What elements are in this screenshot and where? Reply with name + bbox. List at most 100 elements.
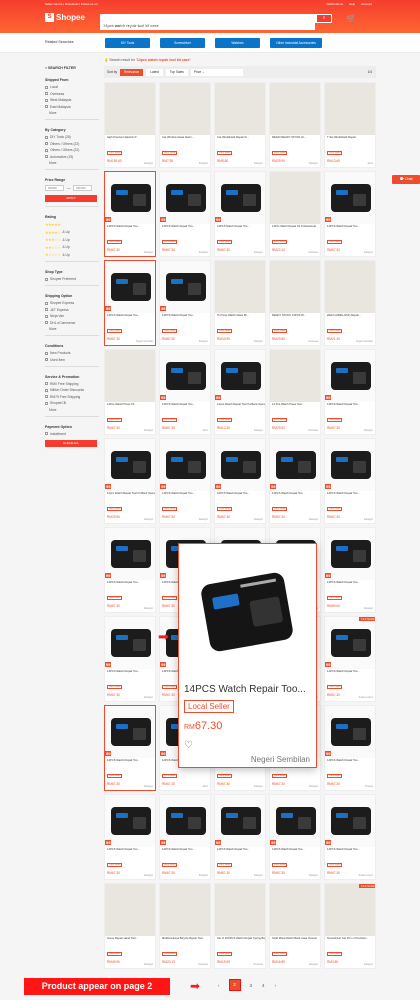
product-card[interactable]: 9914PCS Watch Repair Too...Local SellerR… [104, 527, 156, 613]
sort-top-sales[interactable]: Top Sales [165, 68, 188, 76]
price-select[interactable]: Price ⌄ [190, 68, 243, 76]
checkbox[interactable] [45, 314, 48, 318]
product-card[interactable]: 14 Pcs Watch Press Tool... Local Seller RM… [269, 349, 321, 435]
suggestion-link[interactable]: Cordless Drill [185, 25, 200, 28]
product-card[interactable]: 14Pcs Watch Repair Kit Professional Local… [269, 171, 321, 257]
product-card[interactable]: Set of 30OPCS Watch Repair Spring Bar Loc… [214, 883, 266, 969]
checkbox[interactable] [45, 432, 48, 435]
rating-option[interactable]: ★★★★☆ & Up [45, 230, 99, 235]
checkbox[interactable] [45, 135, 48, 139]
filter-option[interactable]: Million Order Discounts [45, 388, 99, 392]
notifications-link[interactable]: Notifications [327, 2, 343, 6]
product-card[interactable]: T Set Windshield Repair Local Seller RM13.… [324, 82, 376, 168]
suggestion-link[interactable]: Travel Accessories [139, 25, 161, 28]
filter-option[interactable]: Used Item [45, 358, 99, 362]
suggestion-link[interactable]: Bluetooth Headset [228, 25, 249, 28]
checkbox[interactable] [45, 155, 48, 158]
product-card[interactable]: Car Windshield Repair Ki... Local Seller R… [214, 82, 266, 168]
sort-relevance[interactable]: Relevance [120, 68, 144, 76]
product-card[interactable]: 9914PCS Watch Repair Too...Local SellerR… [324, 171, 376, 257]
rating-option[interactable]: ★★☆☆☆ & Up [45, 245, 99, 250]
filter-option[interactable]: East Malaysia [45, 105, 99, 109]
product-card[interactable]: 9914PCS Watch Repair Too...Local SellerR… [104, 171, 156, 257]
product-card[interactable]: 9914PCS Watch Repair Too...Local SellerR… [104, 705, 156, 791]
checkbox[interactable] [45, 388, 48, 392]
checkbox[interactable] [45, 148, 48, 152]
product-card[interactable]: Car Window Glass Alarm... Local Seller RM7… [159, 82, 211, 168]
filter-option[interactable]: Installment [45, 432, 99, 436]
filter-option[interactable]: Shopee Express [45, 301, 99, 305]
help-link[interactable]: Help [349, 2, 355, 6]
filter-option[interactable]: West Malaysia [45, 98, 99, 102]
next-page-button[interactable]: › [275, 983, 277, 988]
product-card[interactable]: 9914PCS Watch Repair Too...Local SellerR… [214, 438, 266, 524]
chat-button[interactable]: 💬 Chat [392, 175, 420, 184]
checkbox[interactable] [45, 85, 48, 89]
more-link[interactable]: More [49, 161, 99, 165]
page-2-button[interactable]: 2 [228, 979, 241, 991]
product-card[interactable]: 99 Find Similar 14PCS Watch Repair Too... L… [324, 616, 376, 702]
filter-option[interactable]: Others / Others (22) [45, 142, 99, 146]
more-link[interactable]: More [49, 327, 99, 331]
product-card[interactable]: Find Similar Screwdriver Set 25 in 1 Prec… [324, 883, 376, 969]
filter-option[interactable]: J&T Express [45, 308, 99, 312]
rating-option[interactable]: ★★★☆☆ & Up [45, 237, 99, 242]
search-button[interactable]: ⌕ [317, 15, 331, 22]
product-card[interactable]: 9914PCS Watch Repair Too...Local SellerR… [159, 260, 211, 346]
checkbox[interactable] [45, 351, 48, 355]
checkbox[interactable] [45, 358, 48, 361]
product-card[interactable]: 14Pcs Watch Press Kit... Local Seller RM67… [104, 349, 156, 435]
related-chip[interactable]: Watches [215, 38, 260, 48]
filter-option[interactable]: Overseas [45, 92, 99, 96]
checkbox[interactable] [45, 98, 48, 102]
filter-option[interactable]: Local [45, 85, 99, 89]
product-card[interactable]: 9914PCS Watch Repair Too...Local SellerR… [214, 794, 266, 880]
clear-all-button[interactable]: CLEAR ALL [45, 439, 97, 447]
product-card[interactable]: 9914PCS Watch Repair Too...Local SellerR… [324, 438, 376, 524]
filter-option[interactable]: DIY Tools (28) [45, 135, 99, 139]
product-card[interactable]: 9914PCS Watch Repair Too...Local SellerR… [324, 349, 376, 435]
suggestion-link[interactable]: Screwdriver Set [254, 25, 272, 28]
checkbox[interactable] [45, 277, 48, 281]
prev-page-button[interactable]: ‹ [218, 983, 220, 988]
product-card[interactable]: READY STOCK 14PCS W... Local Seller RM29.8… [269, 260, 321, 346]
cart-icon[interactable]: 🛒 [346, 14, 356, 23]
find-similar-label[interactable]: Find Similar [359, 884, 375, 888]
suggestion-link[interactable]: Storage Rack [119, 25, 135, 28]
checkbox[interactable] [45, 321, 48, 324]
suggestion-link[interactable]: Car Seat Cushion [204, 25, 224, 28]
product-card[interactable]: REA03 READY STOCK Gl... Local Seller RM29.… [269, 82, 321, 168]
product-card[interactable]: 9914PCS Watch Repair Too...Local SellerR… [159, 794, 211, 880]
filter-option[interactable]: DHL eCommerce [45, 321, 99, 325]
product-card[interactable]: Multifunctional Bicycle Repair Tool Local… [159, 883, 211, 969]
checkbox[interactable] [45, 308, 48, 311]
checkbox[interactable] [45, 382, 48, 385]
checkbox[interactable] [45, 105, 48, 108]
product-card[interactable]: 99 14pcs Watch Repair Tool Kit Back Opene… [214, 349, 266, 435]
related-chip[interactable]: Screwdriver [160, 38, 205, 48]
page-3-button[interactable]: 3 [250, 983, 253, 988]
product-card[interactable]: 9914PCS Watch Repair Too...Local SellerR… [159, 171, 211, 257]
product-card[interactable]: Home Repair Hand Tool... Local Seller RM49… [104, 883, 156, 969]
product-card[interactable]: 9914PCS Watch Repair Too...Local SellerR… [214, 171, 266, 257]
filter-option[interactable]: Ninja Van [45, 314, 99, 318]
apply-price-button[interactable]: APPLY [45, 195, 97, 202]
related-chip[interactable]: DIY Tools [105, 38, 150, 48]
product-card[interactable]: 9914PCS Watch Repair Too...Local SellerR… [324, 527, 376, 613]
product-card[interactable]: 9914PCS Watch Repair Too...Local SellerR… [269, 438, 321, 524]
product-card[interactable]: Solid Metal Watch Back Case Opener Local … [269, 883, 321, 969]
filter-option[interactable]: RM79 Free Shipping [45, 395, 99, 399]
filter-option[interactable]: Shopee Preferred [45, 277, 99, 281]
product-card[interactable]: 9914PCS Watch Repair Too...Local SellerR… [104, 616, 156, 702]
filter-option[interactable]: Automotive (19) [45, 155, 99, 159]
product-card[interactable]: 9914PCS Watch Repair Too...Local SellerR… [159, 349, 211, 435]
checkbox[interactable] [45, 92, 48, 95]
more-link[interactable]: More [49, 111, 99, 115]
filter-option[interactable]: RM0 Free Shipping [45, 382, 99, 386]
checkbox[interactable] [45, 301, 48, 305]
product-card[interactable]: 9914PCS Watch Repair Too...Local SellerR… [324, 794, 376, 880]
related-chip[interactable]: Other Industrial Accessories [270, 38, 322, 48]
checkbox[interactable] [45, 401, 48, 405]
filter-option[interactable]: New Products [45, 351, 99, 355]
filter-option[interactable]: Others / Others (22) [45, 148, 99, 152]
